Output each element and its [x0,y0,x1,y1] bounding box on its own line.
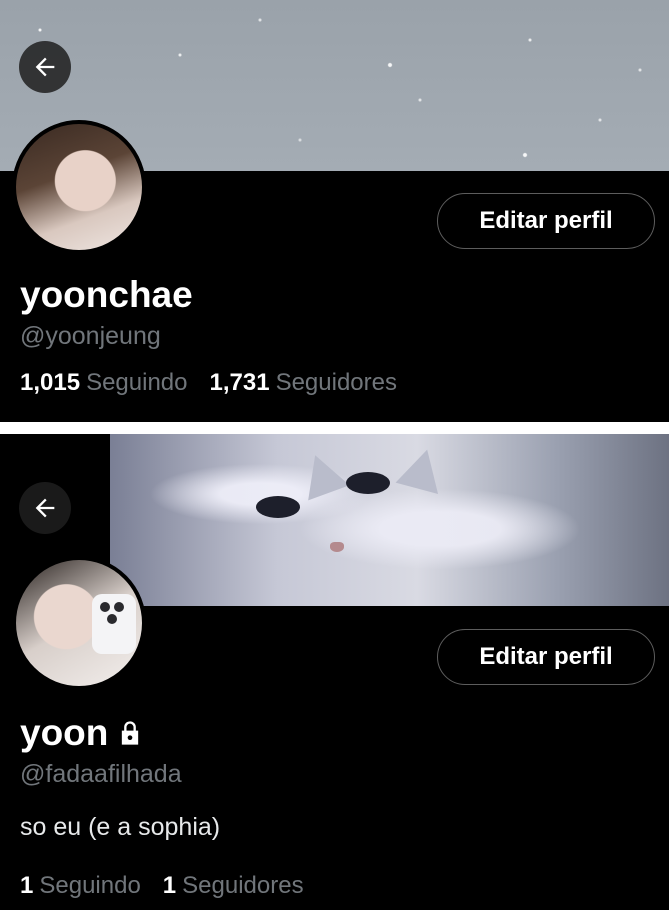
display-name-text: yoonchae [20,274,193,315]
phone-lens [100,602,110,612]
followers-count: 1,731 [209,369,270,396]
followers-stat[interactable]: 1,731 Seguidores [210,369,397,397]
back-button[interactable] [19,41,71,93]
follow-stats: 1,015 Seguindo 1,731 Seguidores [20,369,397,397]
back-button[interactable] [19,482,71,534]
following-count: 1 [20,872,34,899]
edit-profile-button[interactable]: Editar perfil [437,193,655,249]
cat-nose [330,542,344,552]
following-count: 1,015 [20,369,81,396]
cat-eye-right [346,472,390,494]
profile-bio: so eu (e a sophia) [20,813,221,841]
arrow-left-icon [35,57,55,77]
edit-profile-button[interactable]: Editar perfil [437,629,655,685]
phone-lens [107,614,117,624]
profile-banner-image [110,434,669,606]
display-name: yoon [20,712,144,754]
phone-in-photo [92,594,136,654]
profile-avatar[interactable] [12,120,146,254]
cat-eye-left [256,496,300,518]
user-handle: @fadaafilhada [20,760,182,788]
followers-stat[interactable]: 1 Seguidores [163,872,304,900]
follow-stats: 1 Seguindo 1 Seguidores [20,872,304,900]
phone-lens [114,602,124,612]
followers-label: Seguidores [275,369,397,396]
followers-label: Seguidores [182,872,304,899]
profile-avatar[interactable] [12,556,146,690]
profile-card-yoon: Editar perfil yoon @fadaafilhada so eu (… [0,434,669,910]
display-name: yoonchae [20,274,193,316]
followers-count: 1 [162,872,177,899]
following-label: Seguindo [86,369,188,396]
user-handle: @yoonjeung [20,322,161,350]
lock-icon [122,721,139,745]
following-stat[interactable]: 1 Seguindo [20,872,141,900]
arrow-left-icon [35,498,55,518]
following-label: Seguindo [39,872,141,899]
screenshot: Editar perfil yoonchae @yoonjeung 1,015 S… [0,0,669,910]
profile-card-yoonchae: Editar perfil yoonchae @yoonjeung 1,015 S… [0,0,669,422]
cat-ear-left [294,447,350,501]
display-name-text: yoon [20,712,109,753]
cat-ear-right [395,443,449,495]
following-stat[interactable]: 1,015 Seguindo [20,369,188,397]
